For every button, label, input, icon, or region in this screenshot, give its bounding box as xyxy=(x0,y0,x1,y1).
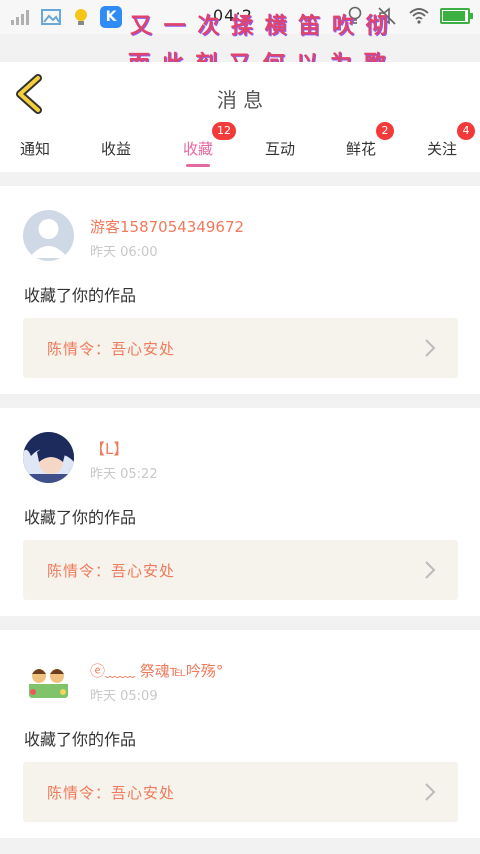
gallery-icon xyxy=(40,7,62,27)
list-item: 【L】 昨天 05:22 收藏了你的作品 陈情令：吾心安处 xyxy=(0,408,480,616)
wifi-icon xyxy=(408,6,430,26)
avatar[interactable] xyxy=(23,654,74,705)
chevron-right-icon xyxy=(425,561,436,579)
action-text: 收藏了你的作品 xyxy=(24,508,137,527)
timestamp: 昨天 05:22 xyxy=(90,467,158,482)
anime-avatar-image xyxy=(23,432,74,483)
tab-bar: 通知 收益 收藏 12 互动 鲜花 2 关注 4 xyxy=(0,122,480,172)
avatar[interactable] xyxy=(23,210,74,261)
tab-label: 鲜花 xyxy=(346,140,377,158)
tab-notice[interactable]: 通知 xyxy=(20,138,50,159)
list-item: ⓔ﹏﹏ 祭魂℡吟殇° 昨天 05:09 收藏了你的作品 陈情令：吾心安处 xyxy=(0,630,480,838)
header: 消 息 xyxy=(0,62,480,129)
flowers-badge: 2 xyxy=(376,122,394,140)
work-title: 陈情令：吾心安处 xyxy=(47,784,176,802)
page-title: 消 息 xyxy=(216,88,264,112)
active-tab-indicator xyxy=(186,164,210,167)
work-link[interactable]: 陈情令：吾心安处 xyxy=(23,318,458,378)
tab-favorites[interactable]: 收藏 xyxy=(183,138,214,167)
tab-label: 互动 xyxy=(265,140,296,158)
work-link[interactable]: 陈情令：吾心安处 xyxy=(23,762,458,822)
tab-interaction[interactable]: 互动 xyxy=(265,138,295,159)
tab-earnings[interactable]: 收益 xyxy=(101,138,131,159)
follow-badge: 4 xyxy=(457,122,475,140)
tab-flowers[interactable]: 鲜花 xyxy=(346,138,376,159)
tab-label: 通知 xyxy=(20,140,51,158)
bulb-icon xyxy=(70,7,92,27)
tab-label: 收藏 xyxy=(183,140,214,158)
avatar[interactable] xyxy=(23,432,74,483)
battery-icon xyxy=(440,8,473,24)
cartoon-avatar-image xyxy=(23,654,74,705)
app-k-icon: K xyxy=(100,6,122,28)
action-text: 收藏了你的作品 xyxy=(24,286,137,305)
username[interactable]: 【L】 xyxy=(90,438,128,459)
favorites-badge: 12 xyxy=(212,122,236,140)
timestamp: 昨天 05:09 xyxy=(90,689,158,704)
lyric-overlay-line-1: 又 一 次 揉 横 笛 吹 彻 xyxy=(130,14,390,39)
tab-label: 关注 xyxy=(427,140,458,158)
tab-follow[interactable]: 关注 xyxy=(427,138,457,159)
default-user-icon xyxy=(29,219,68,258)
username[interactable]: 游客1587054349672 xyxy=(90,216,244,237)
chevron-right-icon xyxy=(425,339,436,357)
chevron-right-icon xyxy=(425,783,436,801)
list-item: 游客1587054349672 昨天 06:00 收藏了你的作品 陈情令：吾心安… xyxy=(0,186,480,394)
work-link[interactable]: 陈情令：吾心安处 xyxy=(23,540,458,600)
work-title: 陈情令：吾心安处 xyxy=(47,562,176,580)
tab-label: 收益 xyxy=(101,140,132,158)
signal-icon xyxy=(10,7,32,27)
timestamp: 昨天 06:00 xyxy=(90,245,158,260)
username[interactable]: ⓔ﹏﹏ 祭魂℡吟殇° xyxy=(90,660,223,681)
work-title: 陈情令：吾心安处 xyxy=(47,340,176,358)
action-text: 收藏了你的作品 xyxy=(24,730,137,749)
